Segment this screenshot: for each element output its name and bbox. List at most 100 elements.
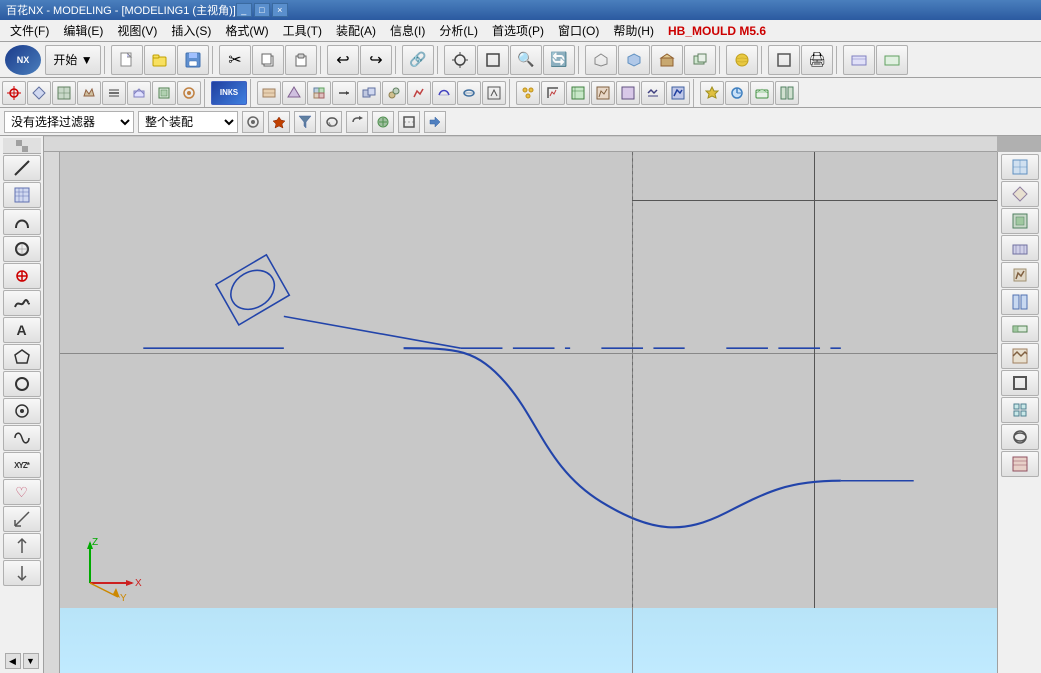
rect-btn[interactable]	[477, 45, 509, 75]
tb2-14[interactable]	[357, 81, 381, 105]
collapse-btn[interactable]: ◀	[5, 653, 21, 669]
lt-tool15[interactable]	[3, 533, 41, 559]
undo-btn[interactable]: ↩	[327, 45, 359, 75]
print-btn[interactable]: 🖨	[801, 45, 833, 75]
tb2-22[interactable]	[566, 81, 590, 105]
viewport[interactable]: ruler ticks	[44, 136, 1041, 673]
misc2[interactable]	[876, 45, 908, 75]
start-button[interactable]: 开始 ▼	[45, 45, 101, 75]
minimize-btn[interactable]: _	[236, 3, 252, 17]
menu-hbmould[interactable]: HB_MOULD M5.6	[662, 22, 772, 40]
redo-btn[interactable]: ↪	[360, 45, 392, 75]
close-btn[interactable]: ×	[272, 3, 288, 17]
chain-btn[interactable]: 🔗	[402, 45, 434, 75]
misc1[interactable]	[843, 45, 875, 75]
rp-6[interactable]	[1001, 289, 1039, 315]
filter-square-btn[interactable]	[398, 111, 420, 133]
rp-12[interactable]	[1001, 451, 1039, 477]
menu-info[interactable]: 信息(I)	[384, 20, 431, 41]
tb2-11[interactable]	[282, 81, 306, 105]
menu-tools[interactable]: 工具(T)	[277, 20, 328, 41]
menu-preferences[interactable]: 首选项(P)	[486, 20, 550, 41]
tb2-5[interactable]	[102, 81, 126, 105]
lt-text[interactable]: A	[3, 317, 41, 343]
rp-2[interactable]	[1001, 181, 1039, 207]
menu-edit[interactable]: 编辑(E)	[57, 20, 109, 41]
rp-8[interactable]	[1001, 343, 1039, 369]
tb2-25[interactable]	[641, 81, 665, 105]
tb2-18[interactable]	[457, 81, 481, 105]
filter-chain2-btn[interactable]	[372, 111, 394, 133]
tb2-4[interactable]	[77, 81, 101, 105]
filter-settings-btn[interactable]	[242, 111, 264, 133]
tb2-24[interactable]	[616, 81, 640, 105]
front-view[interactable]	[768, 45, 800, 75]
refresh-btn[interactable]: 🔄	[543, 45, 575, 75]
lt-line[interactable]	[3, 155, 41, 181]
filter-refresh-btn[interactable]	[346, 111, 368, 133]
tb2-29[interactable]	[750, 81, 774, 105]
lt-xyz[interactable]: XYZ*	[3, 452, 41, 478]
menu-analysis[interactable]: 分析(L)	[433, 20, 484, 41]
tb2-19[interactable]	[482, 81, 506, 105]
rp-4[interactable]	[1001, 235, 1039, 261]
tb2-15[interactable]	[382, 81, 406, 105]
rp-5[interactable]	[1001, 262, 1039, 288]
tb2-21[interactable]	[541, 81, 565, 105]
tb2-7[interactable]	[152, 81, 176, 105]
zoom-btn[interactable]: 🔍	[510, 45, 542, 75]
menu-insert[interactable]: 插入(S)	[165, 20, 217, 41]
tb2-20[interactable]	[516, 81, 540, 105]
rp-3[interactable]	[1001, 208, 1039, 234]
rp-11[interactable]	[1001, 424, 1039, 450]
menu-file[interactable]: 文件(F)	[4, 20, 55, 41]
assembly-selector[interactable]: 整个装配	[138, 111, 238, 133]
tb2-2[interactable]	[27, 81, 51, 105]
lt-polygon[interactable]	[3, 344, 41, 370]
viewport-canvas[interactable]: Z X Y	[60, 152, 997, 673]
tb2-23[interactable]	[591, 81, 615, 105]
menu-assembly[interactable]: 装配(A)	[330, 20, 382, 41]
tb2-8[interactable]	[177, 81, 201, 105]
menu-window[interactable]: 窗口(O)	[552, 20, 605, 41]
tb2-30[interactable]	[775, 81, 799, 105]
cut-btn[interactable]: ✂	[219, 45, 251, 75]
view3d-2[interactable]	[618, 45, 650, 75]
view3d-1[interactable]	[585, 45, 617, 75]
menu-view[interactable]: 视图(V)	[111, 20, 163, 41]
tb2-27[interactable]	[700, 81, 724, 105]
save-btn[interactable]	[177, 45, 209, 75]
view3d-4[interactable]	[684, 45, 716, 75]
copy-btn[interactable]	[252, 45, 284, 75]
tb2-28[interactable]	[725, 81, 749, 105]
lt-hatch[interactable]	[3, 182, 41, 208]
filter-arrow-btn[interactable]	[424, 111, 446, 133]
expand-btn[interactable]: ▼	[23, 653, 39, 669]
filter-chain-btn[interactable]	[320, 111, 342, 133]
tb2-sketch[interactable]	[2, 81, 26, 105]
tb2-13[interactable]	[332, 81, 356, 105]
tb2-16[interactable]	[407, 81, 431, 105]
open-btn[interactable]	[144, 45, 176, 75]
filter-select-btn[interactable]	[294, 111, 316, 133]
lt-coil[interactable]	[3, 425, 41, 451]
tb2-26[interactable]	[666, 81, 690, 105]
menu-format[interactable]: 格式(W)	[219, 20, 274, 41]
rp-1[interactable]	[1001, 154, 1039, 180]
lt-circle[interactable]	[3, 236, 41, 262]
tb2-3[interactable]	[52, 81, 76, 105]
lt-cross[interactable]	[3, 263, 41, 289]
tb2-17[interactable]	[432, 81, 456, 105]
tb2-6[interactable]	[127, 81, 151, 105]
lt-circle2[interactable]	[3, 371, 41, 397]
menu-help[interactable]: 帮助(H)	[607, 20, 660, 41]
filter-selector[interactable]: 没有选择过滤器	[4, 111, 134, 133]
lt-tool14[interactable]	[3, 506, 41, 532]
view3d-3[interactable]	[651, 45, 683, 75]
sphere-btn[interactable]	[726, 45, 758, 75]
filter-target-btn[interactable]	[268, 111, 290, 133]
lt-dot[interactable]	[3, 398, 41, 424]
snap-btn[interactable]	[444, 45, 476, 75]
rp-10[interactable]	[1001, 397, 1039, 423]
lt-heart[interactable]: ♡	[3, 479, 41, 505]
